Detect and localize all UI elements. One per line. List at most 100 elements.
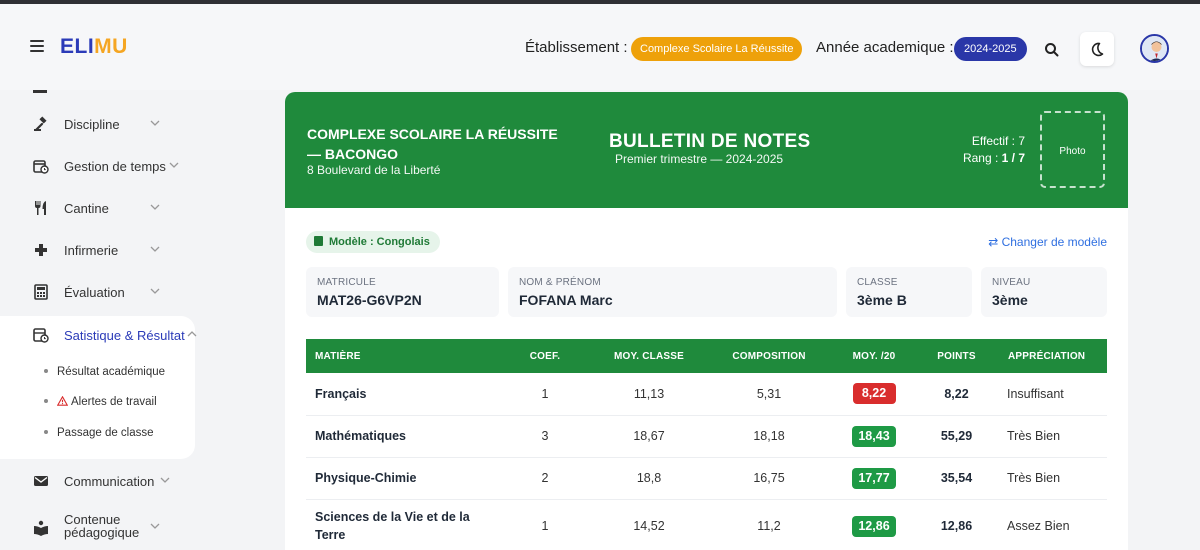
info-matricule: MATRICULE MAT26-G6VP2N	[306, 267, 499, 317]
cell-composition: 5,31	[704, 373, 834, 416]
sidebar-item-label: Satistique & Résultat	[64, 328, 185, 343]
cell-coef: 1	[496, 499, 594, 550]
chevron-down-icon	[169, 162, 179, 168]
warning-icon	[56, 395, 69, 406]
sidebar-item-gestion-temps[interactable]: Gestion de temps	[0, 146, 195, 188]
grade-pill: 17,77	[852, 467, 896, 489]
info-label: NOM & PRÉNOM	[519, 277, 601, 288]
info-value: MAT26-G6VP2N	[317, 292, 422, 308]
cell-matiere: Mathématiques	[306, 415, 496, 458]
cell-appreciation: Insuffisant	[999, 373, 1107, 416]
info-classe: CLASSE 3ème B	[846, 267, 972, 317]
model-badge-label: Modèle : Congolais	[329, 236, 430, 248]
rang-label: Rang :	[962, 151, 1002, 165]
effectif-text: Effectif : 7	[971, 134, 1025, 148]
grade-pill: 18,43	[852, 425, 896, 447]
bulletin-card: COMPLEXE SCOLAIRE LA RÉUSSITE — BACONGO …	[285, 92, 1128, 550]
school-address: 8 Boulevard de la Liberté	[307, 163, 441, 177]
logo-part-2: MU	[94, 35, 128, 58]
bulletin-header: COMPLEXE SCOLAIRE LA RÉUSSITE — BACONGO …	[285, 92, 1128, 208]
bulletin-title: BULLETIN DE NOTES	[609, 131, 811, 152]
info-value: FOFANA Marc	[519, 292, 613, 308]
cell-coef: 2	[496, 457, 594, 500]
cell-points: 8,22	[914, 373, 999, 416]
sidebar-subitem-passage[interactable]: Passage de classe	[44, 427, 154, 439]
sidebar-item-infirmerie[interactable]: Infirmerie	[0, 230, 195, 272]
table-header-row: MATIÈRE COEF. MOY. CLASSE COMPOSITION MO…	[306, 339, 1107, 373]
col-header: MOY. /20	[834, 339, 914, 373]
chevron-down-icon	[150, 204, 160, 210]
cell-points: 12,86	[914, 499, 999, 550]
cell-appreciation: Très Bien	[999, 457, 1107, 500]
col-header: MATIÈRE	[306, 339, 496, 373]
sidebar-item-label: Gestion de temps	[64, 159, 166, 174]
grade-pill: 8,22	[852, 383, 896, 405]
top-header: ELIMU Établissement : Complexe Scolaire …	[0, 4, 1200, 90]
info-niveau: NIVEAU 3ème	[981, 267, 1107, 317]
cell-points: 35,54	[914, 457, 999, 500]
info-value: 3ème B	[857, 292, 907, 308]
etablissement-badge[interactable]: Complexe Scolaire La Réussite	[631, 37, 803, 61]
cell-moy20: 17,77	[834, 457, 914, 500]
cell-points: 55,29	[914, 415, 999, 458]
sidebar-item-communication[interactable]: Communication	[0, 461, 195, 503]
cell-moy20: 12,86	[834, 499, 914, 550]
cell-moy20: 8,22	[834, 373, 914, 416]
annee-badge[interactable]: 2024-2025	[954, 37, 1027, 61]
sidebar: Discipline Gestion de temps Cantine Infi…	[0, 90, 260, 550]
menu-icon[interactable]	[30, 40, 44, 52]
sidebar-item-evaluation[interactable]: Évaluation	[0, 272, 195, 314]
sidebar-subitem-label: Résultat académique	[57, 366, 166, 378]
info-label: NIVEAU	[992, 277, 1031, 288]
sidebar-scrolled-item	[33, 90, 47, 93]
document-icon	[314, 236, 323, 247]
theme-toggle-button[interactable]	[1080, 32, 1114, 66]
bullet-icon	[44, 368, 48, 373]
app-logo[interactable]: ELIMU	[60, 35, 128, 59]
cell-composition: 18,18	[704, 415, 834, 458]
sidebar-item-label: Évaluation	[64, 285, 125, 300]
chevron-down-icon	[150, 288, 160, 294]
info-label: CLASSE	[857, 277, 898, 288]
annee-label: Année academique :	[816, 39, 954, 56]
bullet-icon	[44, 398, 48, 403]
table-row: Sciences de la Vie et de la Terre 1 14,5…	[306, 499, 1107, 550]
table-row: Français 1 11,13 5,31 8,22 8,22 Insuffis…	[306, 373, 1107, 416]
col-header: COMPOSITION	[704, 339, 834, 373]
etablissement-label: Établissement :	[525, 39, 628, 56]
col-header: MOY. CLASSE	[594, 339, 704, 373]
chevron-down-icon	[150, 120, 160, 126]
school-name: COMPLEXE SCOLAIRE LA RÉUSSITE — BACONGO	[307, 126, 558, 162]
sidebar-subitem-alertes[interactable]: Alertes de travail	[44, 395, 157, 408]
sidebar-item-contenue[interactable]: Contenue pédagogique	[0, 504, 195, 550]
bullet-icon	[44, 429, 48, 434]
table-row: Physique-Chimie 2 18,8 16,75 17,77 35,54…	[306, 457, 1107, 500]
user-avatar[interactable]	[1140, 34, 1169, 63]
calculator-icon	[34, 284, 48, 300]
sidebar-item-label: Infirmerie	[64, 243, 119, 258]
search-icon[interactable]	[1042, 40, 1062, 60]
sidebar-item-statistique[interactable]: Satistique & Résultat	[0, 315, 197, 357]
sidebar-subitem-resultat[interactable]: Résultat académique	[44, 366, 165, 378]
cell-appreciation: Assez Bien	[999, 499, 1107, 550]
sidebar-item-label: Discipline	[64, 117, 120, 132]
grades-table: MATIÈRE COEF. MOY. CLASSE COMPOSITION MO…	[306, 339, 1107, 550]
change-model-link[interactable]: ⇄ Changer de modèle	[988, 235, 1107, 249]
cell-composition: 16,75	[704, 457, 834, 500]
sidebar-item-cantine[interactable]: Cantine	[0, 188, 195, 230]
rang-text: Rang : 1 / 7	[963, 151, 1025, 165]
photo-placeholder: Photo	[1040, 111, 1105, 188]
info-nom: NOM & PRÉNOM FOFANA Marc	[508, 267, 837, 317]
model-badge: Modèle : Congolais	[306, 231, 440, 253]
cell-matiere: Sciences de la Vie et de la Terre	[306, 499, 496, 550]
moon-icon	[1091, 42, 1104, 57]
grade-pill: 12,86	[852, 515, 896, 537]
stats-icon	[33, 328, 49, 343]
sidebar-item-label: Contenue pédagogique	[64, 512, 140, 540]
reader-icon	[34, 520, 48, 536]
sidebar-item-discipline[interactable]: Discipline	[0, 104, 195, 146]
col-header: APPRÉCIATION	[999, 339, 1107, 373]
cell-moy-classe: 11,13	[594, 373, 704, 416]
chevron-down-icon	[150, 523, 160, 529]
mail-icon	[34, 476, 48, 486]
